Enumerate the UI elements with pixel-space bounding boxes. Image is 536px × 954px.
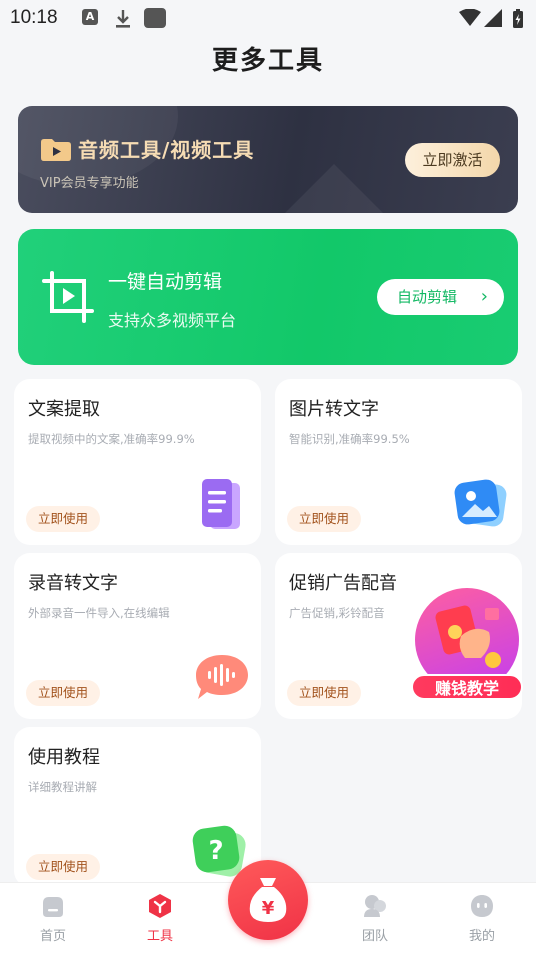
font-a-icon: A bbox=[82, 9, 98, 25]
tool-title: 使用教程 bbox=[28, 747, 100, 768]
money-bag-icon: ¥ bbox=[249, 878, 287, 922]
use-now-button[interactable]: 立即使用 bbox=[287, 680, 361, 706]
tool-card-image-to-text[interactable]: 图片转文字 智能识别,准确率99.5% 立即使用 bbox=[275, 379, 522, 545]
tool-title: 文案提取 bbox=[28, 399, 100, 420]
tool-card-copy-extract[interactable]: 文案提取 提取视频中的文案,准确率99.9% 立即使用 bbox=[14, 379, 261, 545]
tool-card-audio-to-text[interactable]: 录音转文字 外部录音一件导入,在线编辑 立即使用 bbox=[14, 553, 261, 719]
tab-home[interactable]: 首页 bbox=[18, 893, 88, 944]
use-now-button[interactable]: 立即使用 bbox=[26, 506, 100, 532]
team-icon bbox=[364, 895, 386, 917]
banner-decor-triangle bbox=[274, 164, 394, 213]
auto-edit-banner[interactable]: 一键自动剪辑 支持众多视频平台 自动剪辑 › bbox=[18, 229, 518, 365]
chevron-right-icon: › bbox=[480, 286, 488, 307]
vip-title: 音频工具/视频工具 bbox=[78, 138, 255, 162]
use-now-button[interactable]: 立即使用 bbox=[26, 854, 100, 880]
tab-label: 首页 bbox=[39, 929, 66, 944]
red-envelope-hand-icon bbox=[435, 605, 501, 668]
tool-card-tutorial[interactable]: 使用教程 详细教程讲解 立即使用 ? bbox=[14, 727, 261, 887]
status-time: 10:18 bbox=[10, 7, 58, 28]
tab-label: 团队 bbox=[361, 929, 388, 944]
tool-desc: 提取视频中的文案,准确率99.9% bbox=[28, 432, 195, 446]
tab-tools[interactable]: 工具 bbox=[125, 893, 195, 944]
vip-subtitle: VIP会员专享功能 bbox=[40, 176, 139, 191]
tool-desc: 详细教程讲解 bbox=[28, 780, 97, 794]
cell-signal-icon bbox=[484, 9, 502, 27]
vip-banner[interactable]: 音频工具/视频工具 VIP会员专享功能 立即激活 bbox=[18, 106, 518, 213]
auto-edit-title: 一键自动剪辑 bbox=[108, 271, 223, 293]
tool-title: 录音转文字 bbox=[28, 573, 118, 594]
tool-desc: 广告促销,彩铃配音 bbox=[289, 606, 385, 620]
auto-edit-button-label: 自动剪辑 bbox=[397, 288, 458, 306]
tab-label: 我的 bbox=[468, 929, 495, 944]
activate-button[interactable]: 立即激活 bbox=[405, 143, 500, 177]
tools-cube-icon bbox=[149, 894, 171, 918]
notification-square-icon bbox=[144, 8, 166, 28]
yen-symbol: ¥ bbox=[262, 898, 275, 919]
folder-play-icon bbox=[41, 139, 71, 161]
page-title: 更多工具 bbox=[211, 46, 324, 76]
profile-face-icon bbox=[471, 895, 493, 917]
home-icon bbox=[43, 897, 63, 917]
tool-title: 促销广告配音 bbox=[289, 573, 397, 594]
tool-desc: 外部录音一件导入,在线编辑 bbox=[28, 606, 170, 620]
center-money-button[interactable]: ¥ bbox=[228, 860, 308, 940]
battery-charging-icon bbox=[513, 9, 523, 28]
tab-label: 工具 bbox=[146, 929, 173, 944]
earn-money-tutorial-float[interactable]: 赚钱教学 bbox=[411, 588, 523, 706]
tool-title: 图片转文字 bbox=[289, 399, 379, 420]
audio-wave-icon bbox=[196, 655, 248, 699]
image-icon bbox=[454, 479, 507, 527]
use-now-button[interactable]: 立即使用 bbox=[26, 680, 100, 706]
status-bar: 10:18 A bbox=[0, 0, 536, 36]
use-now-button[interactable]: 立即使用 bbox=[287, 506, 361, 532]
tool-desc: 智能识别,准确率99.5% bbox=[289, 432, 410, 446]
svg-text:?: ? bbox=[208, 836, 223, 866]
promo-label: 赚钱教学 bbox=[411, 674, 523, 700]
tab-profile[interactable]: 我的 bbox=[447, 893, 517, 944]
download-icon bbox=[116, 10, 130, 28]
auto-edit-subtitle: 支持众多视频平台 bbox=[108, 311, 237, 330]
crop-video-icon bbox=[42, 271, 94, 323]
document-icon bbox=[202, 479, 240, 529]
tab-team[interactable]: 团队 bbox=[340, 893, 410, 944]
auto-edit-button[interactable]: 自动剪辑 › bbox=[377, 279, 504, 315]
wifi-icon bbox=[459, 9, 481, 26]
